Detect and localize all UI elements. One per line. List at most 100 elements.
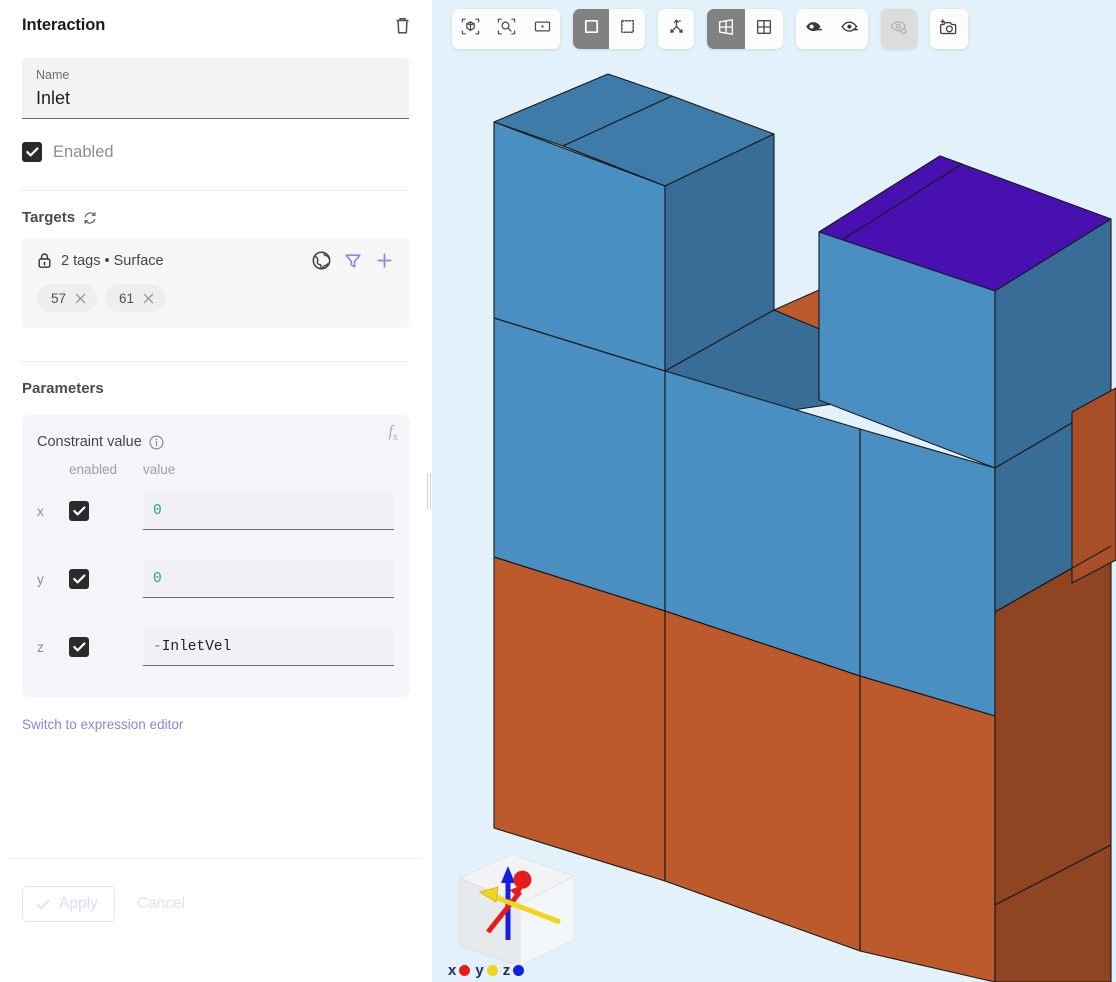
- lock-icon[interactable]: [37, 252, 52, 269]
- eye-dot-icon: [840, 17, 860, 42]
- rect-dot-icon: [533, 17, 552, 41]
- enabled-column-header: enabled: [69, 462, 143, 477]
- apply-button-label: Apply: [59, 895, 98, 913]
- axis-legend-x-dot: [459, 965, 470, 976]
- 3d-model[interactable]: [432, 0, 1116, 982]
- divider-targets: [22, 190, 409, 191]
- table-row: x 0: [37, 477, 394, 545]
- enabled-checkbox[interactable]: [22, 142, 42, 162]
- list-item[interactable]: 57: [37, 284, 97, 312]
- axis-label-y: y: [37, 572, 69, 587]
- value-cell-z: -InletVel: [143, 628, 394, 666]
- table-row: z -InletVel: [37, 613, 394, 681]
- axis-legend-x-label: x: [448, 962, 456, 979]
- page-title: Interaction: [22, 16, 105, 35]
- name-field-wrap: Name Inlet: [0, 58, 431, 119]
- axis-legend-x: x: [448, 962, 470, 979]
- cancel-button[interactable]: Cancel: [129, 886, 193, 922]
- zoom-to-selection-button[interactable]: [488, 9, 524, 49]
- move-gizmo-button[interactable]: [658, 9, 694, 49]
- parameters-grid: enabled value x 0: [37, 462, 394, 681]
- dashed-square-icon: [618, 17, 637, 41]
- axis-label-x: x: [37, 504, 69, 519]
- selection-mode-group: [573, 9, 645, 49]
- axis-legend-y-label: y: [475, 962, 483, 979]
- parameters-title: Parameters: [22, 380, 104, 397]
- panel-footer: Apply Cancel: [0, 859, 431, 982]
- axis-label-z: z: [37, 640, 69, 655]
- divider-parameters: [22, 361, 409, 362]
- app-root: Interaction Name Inlet Enabled Ta: [0, 0, 1116, 982]
- close-icon[interactable]: [143, 293, 154, 304]
- grid-square-icon: [754, 17, 774, 42]
- refresh-icon[interactable]: [83, 211, 97, 225]
- switch-to-expression-editor-link[interactable]: Switch to expression editor: [22, 717, 409, 732]
- constraint-title: Constraint value: [37, 434, 142, 450]
- info-icon[interactable]: [149, 435, 164, 450]
- screenshot-group: [930, 9, 968, 49]
- name-field-label: Name: [36, 67, 395, 84]
- camera-plus-icon: [939, 17, 959, 42]
- axes-arrows-icon: [667, 17, 686, 41]
- chip-label: 57: [51, 291, 66, 306]
- perspective-view-button[interactable]: [707, 9, 745, 49]
- constraint-header: Constraint value: [37, 434, 394, 450]
- name-input[interactable]: Inlet: [36, 85, 395, 111]
- target-chips: 57 61: [37, 284, 394, 312]
- axis-gizmo[interactable]: x y z: [442, 840, 592, 982]
- list-item[interactable]: 61: [105, 284, 165, 312]
- view-fit-group: [452, 9, 560, 49]
- targets-actions: [312, 251, 394, 270]
- parameters-column-headers: enabled value: [37, 462, 394, 477]
- apply-button[interactable]: Apply: [22, 886, 115, 922]
- targets-summary: 2 tags • Surface: [61, 253, 164, 269]
- orthographic-view-button[interactable]: [745, 9, 783, 49]
- fx-sub-glyph: x: [393, 432, 398, 443]
- isolate-button: [881, 9, 917, 49]
- zoom-to-box-button[interactable]: [524, 9, 560, 49]
- enabled-cell-z: [69, 637, 143, 657]
- add-screenshot-button[interactable]: [930, 9, 968, 49]
- select-single-button[interactable]: [573, 9, 609, 49]
- name-field[interactable]: Name Inlet: [22, 58, 409, 119]
- constraint-enabled-checkbox-z[interactable]: [69, 637, 89, 657]
- projection-group: [707, 9, 783, 49]
- targets-title: Targets: [22, 209, 75, 226]
- constraint-enabled-checkbox-x[interactable]: [69, 501, 89, 521]
- constraint-value-ident-z: InletVel: [162, 639, 232, 655]
- select-box-button[interactable]: [609, 9, 645, 49]
- chip-label: 61: [119, 291, 134, 306]
- constraint-value-input-y[interactable]: 0: [143, 560, 394, 598]
- globe-icon[interactable]: [312, 251, 331, 270]
- panel-header: Interaction: [0, 0, 431, 48]
- solid-square-icon: [582, 17, 601, 41]
- constraint-value-input-x[interactable]: 0: [143, 492, 394, 530]
- axis-legend-y: y: [475, 962, 497, 979]
- fit-to-view-button[interactable]: [452, 9, 488, 49]
- panel-resize-handle[interactable]: [425, 0, 432, 982]
- isolate-group: [881, 9, 917, 49]
- constraint-enabled-checkbox-y[interactable]: [69, 569, 89, 589]
- show-all-button[interactable]: [796, 9, 832, 49]
- plus-icon[interactable]: [375, 251, 394, 270]
- close-icon[interactable]: [75, 293, 86, 304]
- function-editor-icon[interactable]: fx: [389, 423, 398, 443]
- perspective-icon: [716, 17, 736, 42]
- interaction-panel: Interaction Name Inlet Enabled Ta: [0, 0, 432, 982]
- constraint-value-input-z[interactable]: -InletVel: [143, 628, 394, 666]
- zoom-focus-icon: [497, 17, 516, 41]
- viewport-toolbar: [452, 9, 968, 49]
- axis-legend-y-dot: [487, 965, 498, 976]
- hide-selected-button[interactable]: [832, 9, 868, 49]
- filter-icon[interactable]: [344, 252, 362, 270]
- trash-icon[interactable]: [389, 12, 415, 38]
- enabled-cell-y: [69, 569, 143, 589]
- value-column-header: value: [143, 462, 394, 477]
- axis-legend-z-dot: [513, 965, 524, 976]
- enabled-row[interactable]: Enabled: [0, 142, 431, 162]
- targets-summary-row: 2 tags • Surface: [37, 251, 394, 270]
- value-cell-y: 0: [143, 560, 394, 598]
- 3d-viewport[interactable]: x y z: [432, 0, 1116, 982]
- targets-card: 2 tags • Surface: [22, 238, 409, 328]
- transform-group: [658, 9, 694, 49]
